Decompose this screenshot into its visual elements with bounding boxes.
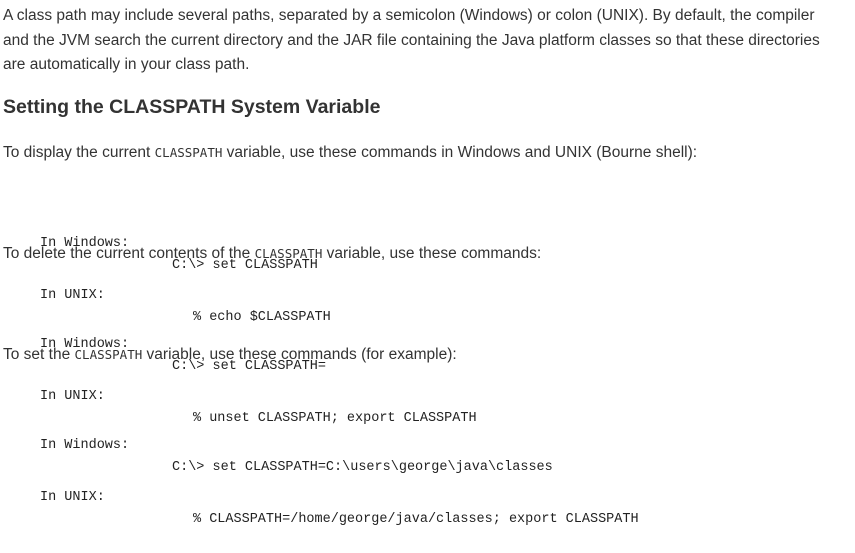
code-label-unix: In UNIX: (40, 490, 105, 505)
set-text-before: To set the (3, 346, 75, 363)
display-inline-code: CLASSPATH (154, 145, 223, 160)
set-code-block: In Windows: C:\> set CLASSPATH=C:\users\… (40, 383, 820, 527)
delete-paragraph: To delete the current contents of the CL… (3, 244, 541, 264)
code-command-unix: % CLASSPATH=/home/george/java/classes; e… (193, 512, 639, 527)
code-row-windows: In Windows: C:\> set CLASSPATH (40, 211, 740, 273)
set-inline-code: CLASSPATH (74, 347, 143, 362)
delete-inline-code: CLASSPATH (254, 246, 323, 261)
delete-text-before: To delete the current contents of the (3, 245, 255, 262)
delete-text-after: variable, use these commands: (322, 245, 542, 262)
section-heading: Setting the CLASSPATH System Variable (3, 96, 381, 118)
intro-line: A class path may include several paths, … (3, 7, 815, 24)
display-text-before: To display the current (3, 144, 155, 161)
intro-line: are automatically in your class path. (3, 56, 250, 73)
intro-paragraph: A class path may include several paths, … (3, 4, 820, 78)
code-row-unix: In UNIX: % CLASSPATH=/home/george/java/c… (40, 465, 820, 527)
set-paragraph: To set the CLASSPATH variable, use these… (3, 345, 457, 365)
set-text-after: variable, use these commands (for exampl… (142, 346, 457, 363)
display-text-after: variable, use these commands in Windows … (222, 144, 698, 161)
intro-line: and the JVM search the current directory… (3, 31, 820, 49)
code-label-windows: In Windows: (40, 438, 130, 453)
code-row-windows: In Windows: C:\> set CLASSPATH=C:\users\… (40, 413, 820, 475)
code-row-windows: In Windows: C:\> set CLASSPATH= (40, 312, 740, 374)
display-paragraph: To display the current CLASSPATH variabl… (3, 143, 697, 163)
